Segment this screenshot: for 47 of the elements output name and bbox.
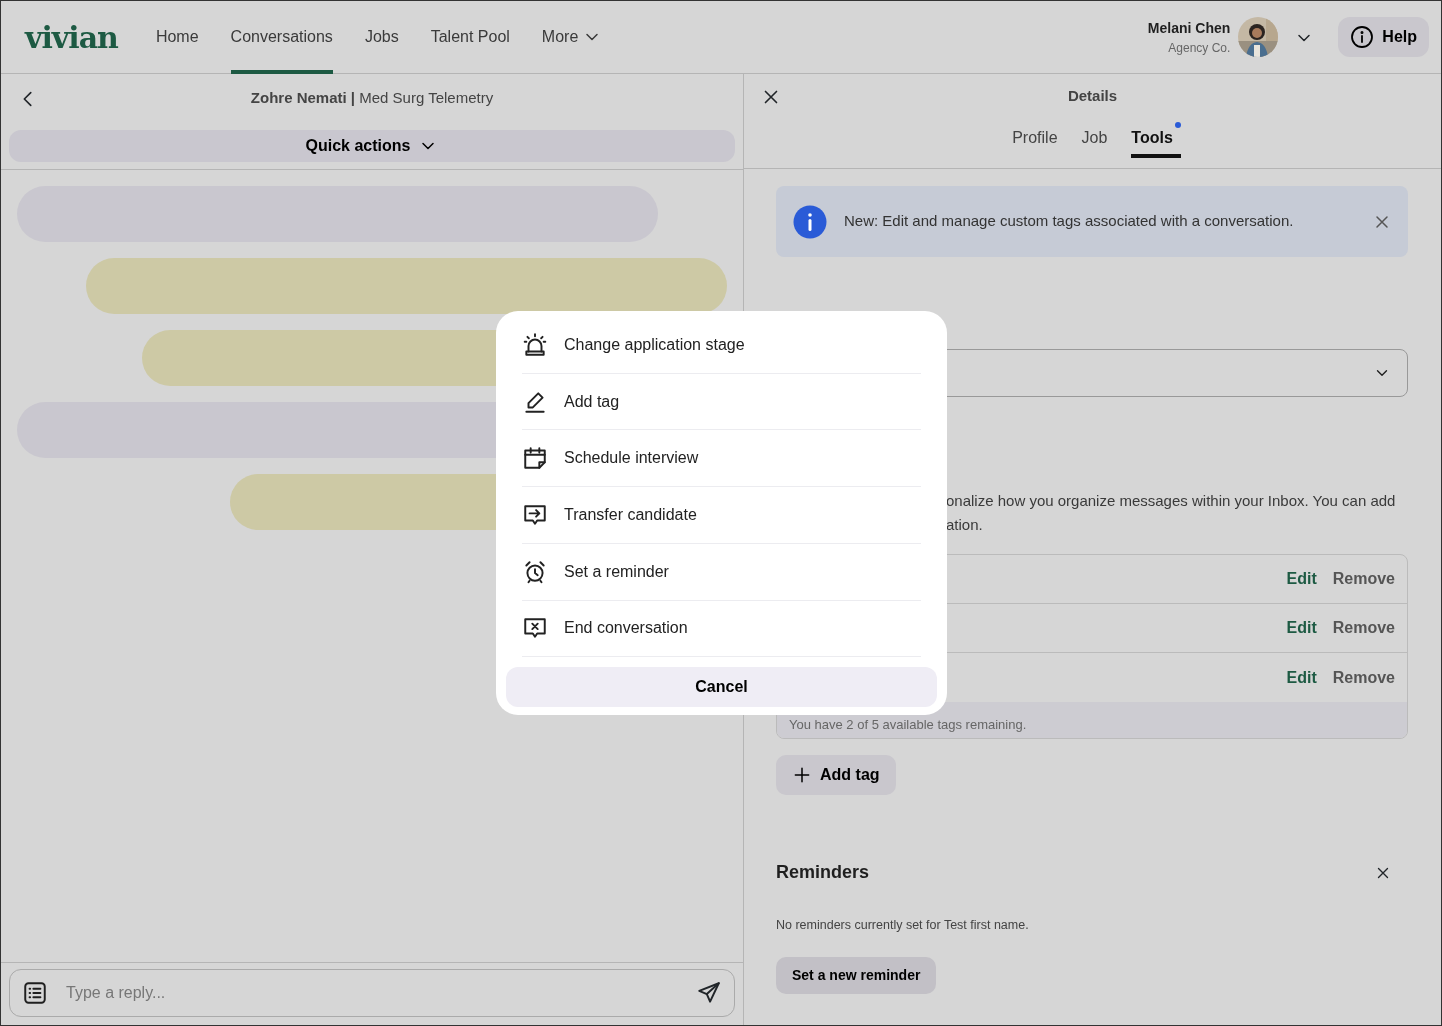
conversation-title: Zohre Nemati | Med Surg Telemetry	[250, 87, 494, 108]
info-icon	[1350, 25, 1375, 49]
tags-remaining-text: You have 2 of 5 available tags remaining.	[789, 717, 1027, 732]
user-name: Melani Chen	[1147, 18, 1231, 38]
nav-tab[interactable]: Talent Pool	[430, 1, 510, 74]
remove-link[interactable]: Remove	[1332, 665, 1395, 690]
menu-item[interactable]: Change application stage	[522, 317, 921, 374]
remove-link[interactable]: Remove	[1332, 567, 1395, 591]
send-button[interactable]	[696, 980, 722, 1006]
section-heading: Reminders	[776, 861, 870, 884]
reply-field[interactable]: Type a reply...	[64, 980, 680, 1006]
nav-tab[interactable]: Home	[155, 1, 199, 74]
panel-title: Details	[1067, 85, 1118, 106]
tags-description: onalize how you organize messages within your Inbox. You can add	[946, 491, 1397, 511]
cancel-button[interactable]: Cancel	[506, 667, 937, 707]
details-tab[interactable]: Job	[1081, 126, 1108, 158]
more-menu[interactable]: More	[541, 1, 603, 74]
list-icon	[22, 980, 48, 1006]
quick-actions-button[interactable]: Quick actions	[9, 130, 735, 162]
edit-link[interactable]: Edit	[1286, 616, 1317, 640]
remove-link[interactable]: Remove	[1332, 616, 1395, 640]
banner-text: New: Edit and manage custom tags associated with a conversation.	[844, 211, 1295, 232]
nav-tab[interactable]: Jobs	[364, 1, 399, 74]
menu-item[interactable]: Set a reminder	[522, 543, 921, 601]
edit-link[interactable]: Edit	[1286, 567, 1317, 591]
add-tag-button[interactable]: Add tag	[776, 755, 896, 795]
help-button[interactable]: Help	[1338, 17, 1429, 57]
send-icon	[696, 980, 722, 1006]
logo[interactable]: vivian	[25, 14, 118, 60]
nav-tab[interactable]: Conversations	[230, 1, 333, 74]
info-icon	[792, 203, 828, 240]
menu-item[interactable]: Add tag	[522, 373, 921, 431]
siren-icon	[522, 331, 548, 358]
menu-item[interactable]: Schedule interview	[522, 430, 921, 488]
reply-box[interactable]: Type a reply...	[9, 969, 735, 1017]
details-tab[interactable]: Profile	[1012, 126, 1058, 158]
menu-item[interactable]: Transfer candidate	[522, 487, 921, 544]
organization-name: Agency Co.	[1168, 39, 1231, 57]
edit-link[interactable]: Edit	[1286, 665, 1317, 690]
plus-icon	[792, 765, 812, 785]
set-reminder-button[interactable]: Set a new reminder	[776, 956, 937, 994]
empty-message: No reminders currently set for Test first name.	[776, 917, 1030, 934]
calendar-icon	[522, 445, 548, 472]
menu-item[interactable]: End conversation	[522, 600, 921, 658]
tags-description: ation.	[946, 515, 984, 535]
details-tab[interactable]: Tools	[1131, 122, 1181, 158]
alarm-clock-icon	[522, 558, 548, 585]
